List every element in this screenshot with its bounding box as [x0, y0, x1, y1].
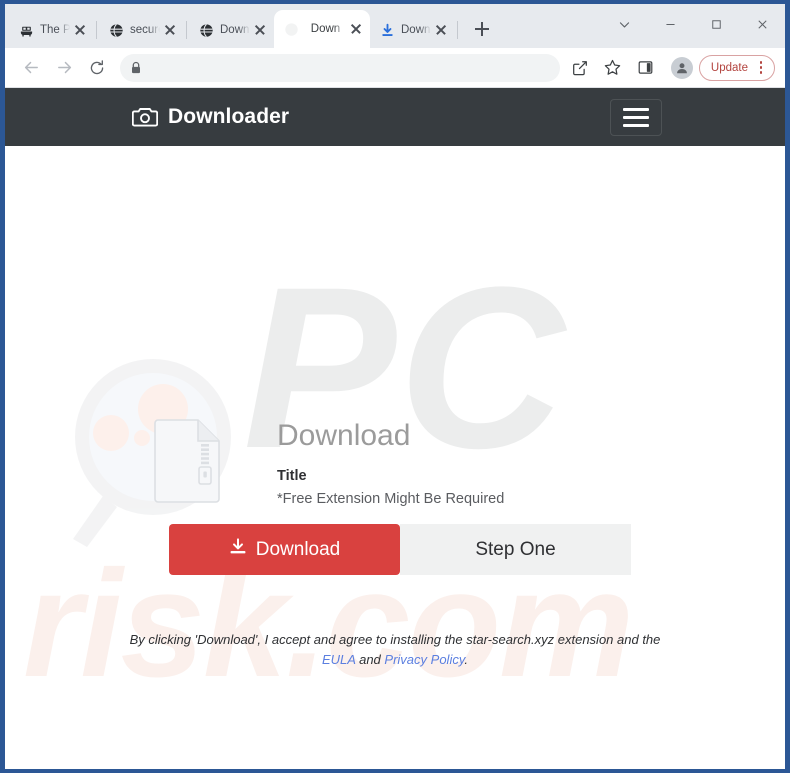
hamburger-menu-icon[interactable]	[610, 99, 662, 136]
step-one-button[interactable]: Step One	[400, 524, 631, 575]
faded-favicon-icon	[283, 21, 299, 37]
download-arrow-icon	[229, 537, 247, 562]
tab-close-button[interactable]	[162, 22, 178, 38]
toolbar-actions: Update	[566, 54, 775, 82]
hero-text-block: Download Title *Free Extension Might Be …	[277, 419, 504, 509]
tab-title: The Pi	[40, 24, 70, 36]
tab-title: Down	[220, 24, 250, 36]
new-tab-button[interactable]	[468, 15, 496, 43]
minimize-icon[interactable]	[647, 4, 693, 44]
site-brand[interactable]: Downloader	[132, 105, 289, 129]
browser-window: The Pi secure	[5, 4, 785, 769]
tab-title: secure	[130, 24, 160, 36]
forward-arrow-icon[interactable]	[50, 54, 78, 82]
pirate-ship-icon	[18, 22, 34, 38]
tab-title: Down	[310, 23, 341, 35]
tab-separator	[96, 21, 97, 39]
download-button-label: Download	[255, 538, 341, 560]
browser-toolbar: Update	[5, 48, 785, 88]
hero-title: Download	[277, 419, 411, 452]
three-dot-menu-icon[interactable]	[753, 59, 769, 77]
window-controls	[601, 4, 785, 44]
globe-icon	[198, 22, 214, 38]
avatar[interactable]	[670, 56, 693, 79]
site-brand-name: Downloader	[168, 105, 290, 128]
tab-close-button[interactable]	[433, 22, 449, 38]
tab-close-button[interactable]	[348, 21, 364, 37]
disclaimer-conjunction: and	[359, 652, 381, 668]
update-button-label: Update	[710, 61, 748, 74]
site-header: Downloader	[5, 88, 785, 146]
tab-strip: The Pi secure	[5, 4, 785, 48]
tab-title: Down	[401, 24, 431, 36]
address-bar[interactable]	[120, 53, 560, 82]
privacy-policy-link[interactable]: Privacy Policy	[384, 652, 464, 667]
eula-link[interactable]: EULA	[322, 652, 355, 667]
camera-icon	[132, 106, 158, 128]
tab-close-button[interactable]	[72, 22, 88, 38]
download-icon	[379, 22, 395, 38]
download-button[interactable]: Download	[169, 524, 400, 575]
tab-close-button[interactable]	[252, 22, 268, 38]
back-arrow-icon[interactable]	[17, 54, 45, 82]
disclaimer-period: .	[464, 652, 468, 668]
disclaimer-lead: By clicking 'Download', I accept and agr…	[129, 632, 661, 647]
lock-icon	[130, 60, 146, 76]
reload-icon[interactable]	[83, 54, 111, 82]
action-buttons: Download Step One	[169, 524, 631, 575]
disclaimer-text: By clicking 'Download', I accept and agr…	[5, 630, 785, 670]
browser-tab-1[interactable]: The Pi	[9, 12, 94, 48]
side-panel-icon[interactable]	[632, 54, 660, 82]
tab-search-chevron-down-icon[interactable]	[601, 4, 647, 44]
browser-tab-5[interactable]: Down	[370, 12, 455, 48]
hero-note: *Free Extension Might Be Required	[277, 490, 505, 507]
maximize-icon[interactable]	[693, 4, 739, 44]
tab-separator	[457, 21, 458, 39]
page-content: PC risk.com Downloader Download Title *F…	[5, 88, 785, 769]
hero-section: Download Title *Free Extension Might Be …	[5, 146, 785, 667]
browser-tab-3[interactable]: Down	[189, 12, 274, 48]
share-icon[interactable]	[566, 54, 594, 82]
close-icon[interactable]	[739, 4, 785, 44]
browser-tab-4-active[interactable]: Down	[274, 10, 370, 48]
star-icon[interactable]	[599, 54, 627, 82]
update-button[interactable]: Update	[698, 54, 775, 81]
globe-icon	[108, 22, 124, 38]
hero-subtitle: Title	[277, 467, 307, 484]
tab-separator	[186, 21, 187, 39]
zip-file-icon	[153, 418, 221, 509]
step-one-label: Step One	[475, 538, 556, 560]
browser-tab-2[interactable]: secure	[99, 12, 184, 48]
